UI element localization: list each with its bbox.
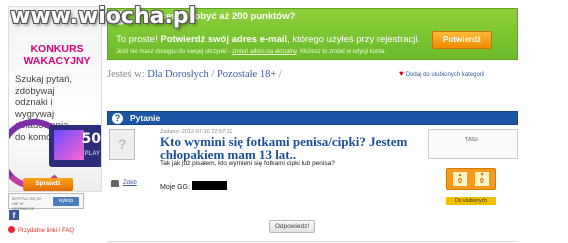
- tags-label: TAGI: [465, 137, 478, 143]
- contest-ad-banner[interactable]: KONKURS WAKACYJNY Szukaj pytań, zdobywaj…: [8, 6, 102, 192]
- change-email-link[interactable]: zmień adres na aktualny: [232, 49, 297, 55]
- divider: [107, 241, 518, 242]
- wykop-button[interactable]: wykop: [53, 197, 79, 206]
- answer-button[interactable]: Odpowiedz!: [269, 220, 315, 233]
- question-header: ? Pytanie: [107, 111, 518, 125]
- avatar[interactable]: ?: [109, 129, 135, 160]
- wykop-widget-text: WYPTUJ SIĘ W NIE W GRONIECIE: [12, 196, 41, 211]
- breadcrumb: Jesteś w: Dla Dorosłych / Pozostałe 18+ …: [107, 69, 282, 80]
- question-icon: ?: [112, 113, 123, 124]
- tags-box: TAGI: [428, 129, 518, 159]
- question-body: Tak jak już pisałem, kto wymieni się fot…: [160, 160, 335, 167]
- vote-up-button[interactable]: ▲ 0: [453, 172, 467, 186]
- ad-check-button[interactable]: Sprawdź: [23, 178, 73, 191]
- add-to-favorites-button[interactable]: Do ulubionych: [446, 197, 496, 205]
- question-gg: Moje GG:: [160, 181, 227, 191]
- vote-box: ▲ 0 ▼ 0: [446, 168, 496, 190]
- ad-title: KONKURS WAKACYJNY: [23, 43, 91, 67]
- author-link[interactable]: Zdeb: [123, 180, 137, 186]
- question-section-label: Pytanie: [130, 113, 161, 123]
- breadcrumb-pozostale[interactable]: Pozostałe 18+: [217, 69, 276, 80]
- vote-down-button[interactable]: ▼ 0: [475, 172, 489, 186]
- facebook-icon[interactable]: f: [9, 210, 19, 220]
- help-link[interactable]: Przydatne linki / FAQ: [8, 226, 74, 234]
- user-icon: [111, 180, 119, 187]
- watermark: www.wiocha.pl: [10, 4, 197, 29]
- breadcrumb-dla-doroslych[interactable]: Dla Dorosłych: [147, 69, 209, 80]
- question-title: Kto wymini się fotkami penisa/cipki? Jes…: [160, 134, 408, 162]
- wykop-widget[interactable]: WYPTUJ SIĘ W NIE W GRONIECIE wykop: [8, 193, 84, 211]
- add-favorite-category[interactable]: ♥ Dodaj do ulubionych kategorii: [399, 69, 484, 78]
- warning-icon: [8, 226, 15, 233]
- phone-image: 50 PLAY: [49, 125, 101, 167]
- redacted-block: [191, 181, 227, 190]
- heart-icon: ♥: [399, 69, 404, 78]
- banner-message: To proste! Potwierdź swój adres e-mail, …: [116, 34, 421, 45]
- banner-submessage: Jeśli nie masz dostępu do swojej skrzynk…: [116, 49, 387, 55]
- confirm-button[interactable]: Potwierdź: [432, 31, 492, 49]
